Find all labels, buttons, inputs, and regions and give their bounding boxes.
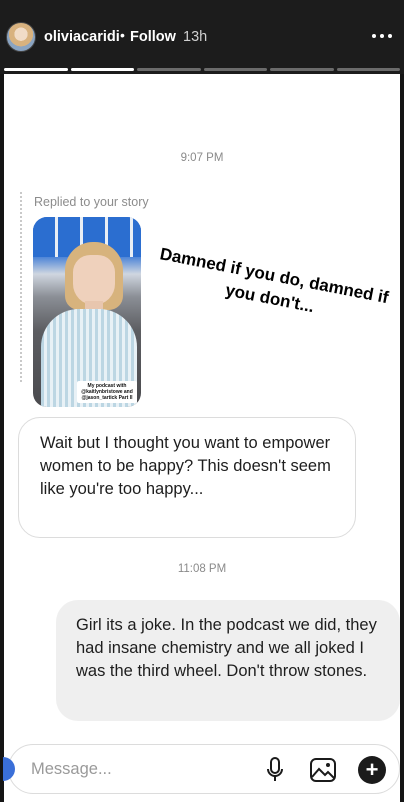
progress-segment <box>4 68 68 71</box>
outgoing-message-bubble[interactable]: Girl its a joke. In the podcast we did, … <box>56 600 400 721</box>
progress-segment <box>270 68 334 71</box>
outgoing-message-text: Girl its a joke. In the podcast we did, … <box>76 616 377 680</box>
timestamp-divider: 11:08 PM <box>177 563 227 575</box>
avatar[interactable] <box>6 22 36 52</box>
incoming-message-bubble[interactable]: Wait but I thought you want to empower w… <box>18 417 356 538</box>
story-viewer: oliviacaridi • Follow 13h 9:07 PM Replie… <box>0 0 404 802</box>
story-timestamp: 13h <box>183 29 208 45</box>
thumbnail-face <box>73 255 115 305</box>
microphone-icon[interactable] <box>265 757 285 783</box>
progress-segment <box>203 68 267 71</box>
message-composer[interactable]: Message... + <box>3 744 400 794</box>
incoming-message-text: Wait but I thought you want to empower w… <box>40 434 331 498</box>
progress-segment <box>137 68 201 71</box>
progress-segment <box>70 68 134 71</box>
story-progress-bar <box>4 68 400 71</box>
more-options-icon[interactable] <box>372 29 398 43</box>
story-header: oliviacaridi • Follow 13h <box>0 0 404 74</box>
camera-button[interactable] <box>3 757 15 781</box>
username[interactable]: oliviacaridi <box>44 29 120 45</box>
separator-dot: • <box>120 27 125 43</box>
plus-icon[interactable]: + <box>358 756 386 784</box>
progress-segment <box>336 68 400 71</box>
story-text-sticker: Damned if you do, damned if you don't... <box>158 244 391 317</box>
thumbnail-caption: My podcast with @kaitlynbristowe and @ja… <box>77 381 137 403</box>
reply-thread-line <box>20 192 22 382</box>
follow-button[interactable]: Follow <box>130 29 176 45</box>
timestamp-divider: 9:07 PM <box>180 152 224 164</box>
dm-screenshot: 9:07 PM Replied to your story My podcast… <box>3 74 400 802</box>
gallery-icon[interactable] <box>309 757 337 783</box>
story-thumbnail[interactable]: My podcast with @kaitlynbristowe and @ja… <box>33 217 141 407</box>
message-input[interactable]: Message... <box>31 760 112 779</box>
replied-to-story-label: Replied to your story <box>34 195 149 209</box>
